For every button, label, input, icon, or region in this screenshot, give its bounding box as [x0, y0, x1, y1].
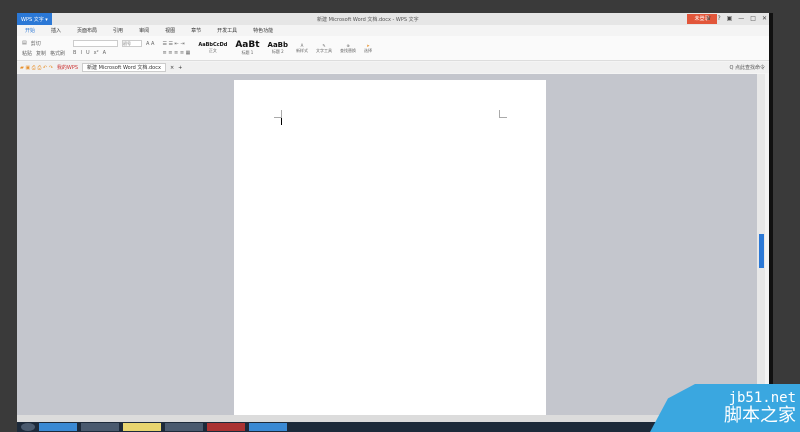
- font-size-select[interactable]: 初号: [122, 40, 143, 47]
- tab-review[interactable]: 审阅: [131, 26, 157, 36]
- ribbon-tabs: 开始 插入 页面布局 引用 审阅 视图 章节 开发工具 特色功能: [17, 26, 281, 36]
- style-heading-2[interactable]: AaBb 标题 2: [268, 41, 289, 55]
- underline-button[interactable]: U: [86, 50, 90, 56]
- tab-home[interactable]: 开始: [17, 26, 43, 36]
- maximize-button[interactable]: □: [750, 15, 756, 22]
- document-page[interactable]: [234, 80, 546, 420]
- text-tools-button[interactable]: ✎ 文字工具: [316, 43, 332, 54]
- taskbar-item[interactable]: [123, 423, 161, 431]
- tab-view[interactable]: 视图: [157, 26, 183, 36]
- quick-access-icons[interactable]: ▰ ▣ ⎙ ⎙ ↶ ↷: [20, 65, 53, 71]
- select-button[interactable]: ➤ 选择: [364, 43, 372, 54]
- tab-layout[interactable]: 页面布局: [69, 26, 105, 36]
- bold-button[interactable]: B: [73, 50, 76, 56]
- text-cursor: [281, 118, 282, 125]
- tab-features[interactable]: 特色功能: [245, 26, 281, 36]
- horizontal-scrollbar[interactable]: [17, 415, 765, 422]
- tab-references[interactable]: 引用: [105, 26, 131, 36]
- style-normal[interactable]: AaBbCcDd 正文: [198, 42, 227, 54]
- find-replace-button[interactable]: ⊕ 查找替换: [340, 43, 356, 54]
- grow-font-icon[interactable]: A A: [146, 41, 154, 47]
- superscript-button[interactable]: x²: [94, 50, 99, 56]
- new-style-button[interactable]: A 新样式: [296, 43, 308, 54]
- font-color-button[interactable]: A: [103, 50, 106, 56]
- tab-my-wps[interactable]: 我的WPS: [57, 64, 78, 71]
- paste-button[interactable]: 粘贴: [22, 50, 32, 57]
- taskbar-item[interactable]: [249, 423, 287, 431]
- taskbar-item[interactable]: [39, 423, 77, 431]
- font-name-input[interactable]: [73, 40, 119, 47]
- minimize-button[interactable]: —: [738, 15, 744, 22]
- taskbar-item[interactable]: [165, 423, 203, 431]
- taskbar-item[interactable]: [207, 423, 245, 431]
- tab-document[interactable]: 新建 Microsoft Word 文档.docx: [82, 63, 166, 72]
- document-workspace: [17, 74, 765, 422]
- skin-icon[interactable]: ♛: [706, 15, 711, 22]
- tab-insert[interactable]: 插入: [43, 26, 69, 36]
- tab-developer[interactable]: 开发工具: [209, 26, 245, 36]
- app-menu-button[interactable]: WPS 文字 ▾: [17, 13, 52, 25]
- cut-button[interactable]: 剪切: [31, 40, 41, 47]
- close-tab-icon[interactable]: ×: [170, 65, 174, 71]
- align-icon[interactable]: ≡ ≡ ≡ ≡ ▦: [162, 50, 190, 56]
- italic-button[interactable]: I: [80, 50, 81, 56]
- format-painter-button[interactable]: 格式刷: [50, 50, 65, 57]
- tab-section[interactable]: 章节: [183, 26, 209, 36]
- bullets-icon[interactable]: ☰ ☰ ⇤ ⇥: [162, 41, 184, 47]
- document-title: 新建 Microsoft Word 文档.docx - WPS 文字: [317, 17, 419, 23]
- command-search[interactable]: Q 点此查找命令: [729, 64, 765, 71]
- taskbar-item[interactable]: [81, 423, 119, 431]
- copy-button[interactable]: 复制: [36, 50, 46, 57]
- crop-mark: [499, 110, 507, 118]
- start-button[interactable]: [21, 423, 35, 431]
- new-tab-button[interactable]: +: [178, 65, 182, 71]
- style-heading-1[interactable]: AaBt 标题 1: [235, 40, 259, 56]
- close-button[interactable]: ✕: [762, 15, 767, 22]
- ribbon: ▤ 剪切 粘贴 复制 格式刷 初号 A A B I Ux² A ☰ ☰ ⇤ ⇥ ≡ ≡ ≡ ≡…: [17, 36, 769, 61]
- paste-icon[interactable]: ▤: [22, 40, 27, 46]
- vertical-scrollbar[interactable]: [757, 74, 765, 415]
- document-tabs: ▰ ▣ ⎙ ⎙ ↶ ↷ 我的WPS 新建 Microsoft Word 文档.d…: [17, 62, 769, 73]
- crop-mark: [274, 110, 282, 118]
- layout-icon[interactable]: ▣: [727, 15, 733, 22]
- help-icon[interactable]: ?: [717, 15, 720, 22]
- title-bar: WPS 文字 ▾ 新建 Microsoft Word 文档.docx - WPS…: [17, 13, 769, 25]
- wps-window: WPS 文字 ▾ 新建 Microsoft Word 文档.docx - WPS…: [17, 13, 773, 422]
